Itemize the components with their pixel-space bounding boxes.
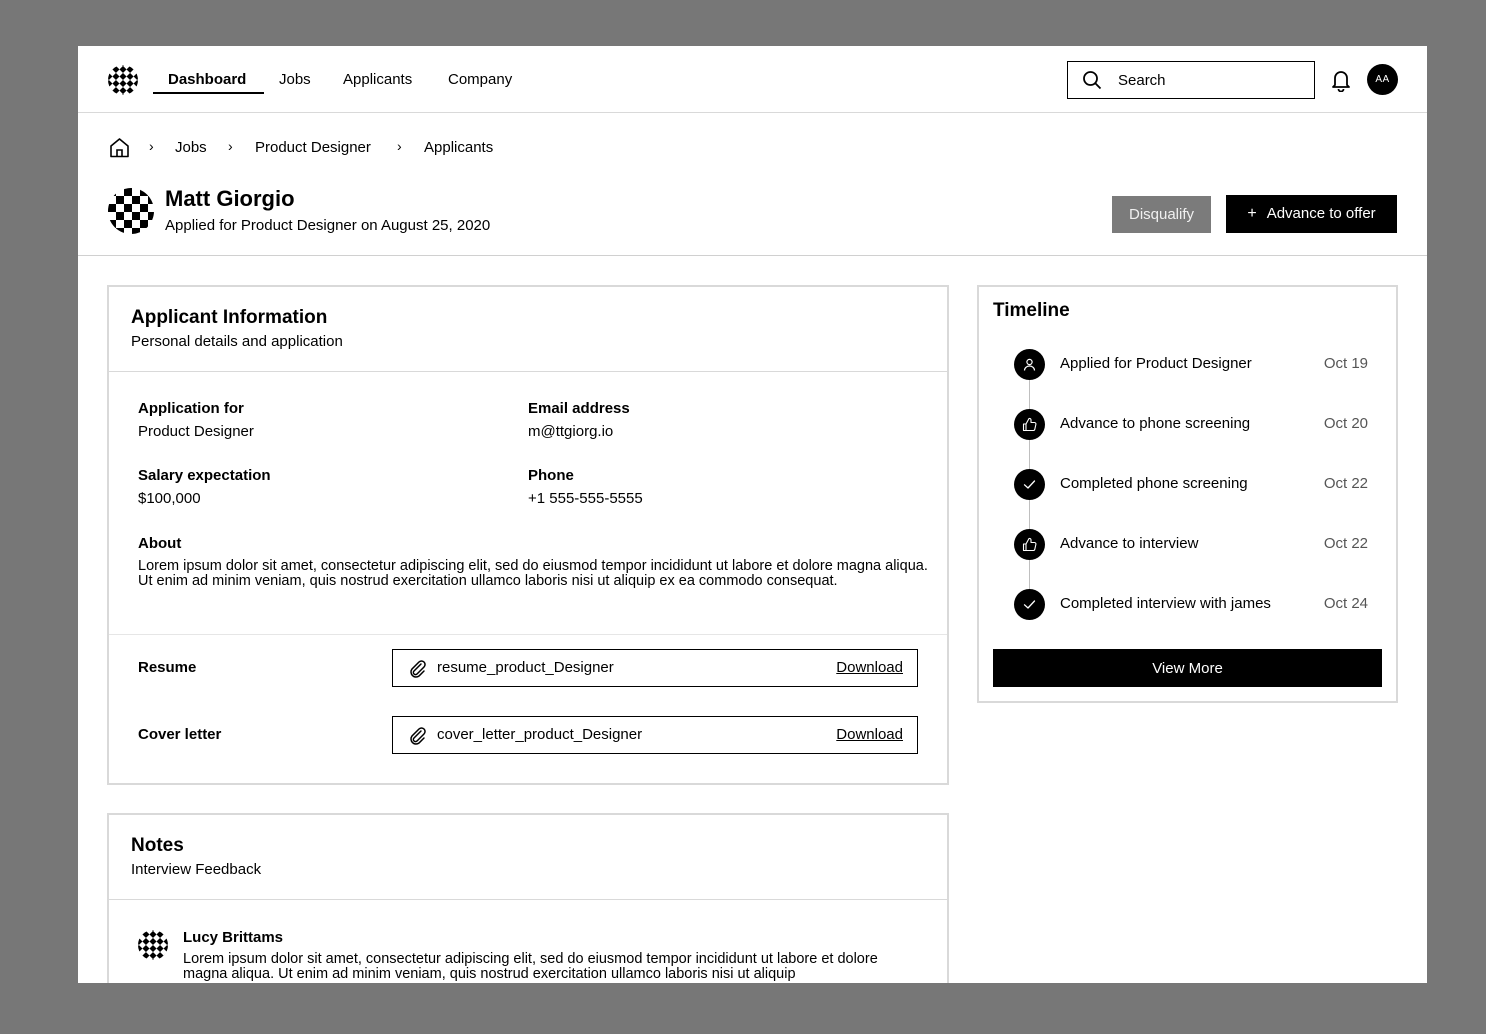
timeline-event-text: Advance to phone screening	[1060, 415, 1251, 432]
resume-label: Resume	[138, 659, 197, 676]
timeline-event-date: Oct 20	[1323, 415, 1368, 432]
applicant-information-card	[107, 285, 949, 785]
timeline-event-date: Oct 22	[1323, 475, 1368, 492]
note-text: Lorem ipsum dolor sit amet, consectetur …	[183, 951, 878, 982]
check-icon	[1014, 589, 1045, 620]
search-icon	[1083, 71, 1102, 90]
nav-active-indicator	[153, 92, 264, 94]
cover-letter-download-link[interactable]: Download	[836, 725, 903, 745]
timeline-event-date: Oct 24	[1323, 595, 1368, 612]
about-label: About	[138, 535, 182, 552]
breadcrumb-applicants[interactable]: Applicants	[424, 138, 493, 158]
thumbs-up-icon	[1014, 529, 1045, 560]
applicant-name: Matt Giorgio	[165, 186, 295, 211]
paperclip-icon	[410, 727, 426, 745]
note-author-name: Lucy Brittams	[183, 929, 284, 946]
nav-item-dashboard[interactable]: Dashboard	[168, 70, 246, 90]
user-icon	[1014, 349, 1045, 380]
chevron-right-icon: ›	[397, 138, 402, 154]
cover-letter-filename: cover_letter_product_Designer	[437, 726, 643, 743]
app-frame: Dashboard Jobs Applicants Company AA › J…	[78, 46, 1427, 983]
nav-item-jobs[interactable]: Jobs	[279, 70, 311, 90]
applied-subtitle: Applied for Product Designer on August 2…	[165, 217, 491, 234]
search-input[interactable]	[1118, 70, 1298, 90]
timeline-title: Timeline	[993, 300, 1070, 321]
advance-label: Advance to offer	[1266, 205, 1376, 222]
phone-value: +1 555-555-5555	[528, 490, 643, 507]
notes-subtitle: Interview Feedback	[131, 861, 262, 878]
email-label: Email address	[528, 400, 630, 417]
view-more-button[interactable]: View More	[993, 649, 1382, 687]
nav-item-applicants[interactable]: Applicants	[343, 70, 412, 90]
timeline-event-text: Applied for Product Designer	[1060, 355, 1252, 372]
plus-icon: +	[1247, 205, 1257, 222]
breadcrumb-product-designer[interactable]: Product Designer	[255, 138, 371, 158]
applicant-info-subtitle: Personal details and application	[131, 333, 343, 350]
notes-title: Notes	[131, 835, 184, 856]
salary-value: $100,000	[138, 490, 201, 507]
chevron-right-icon: ›	[149, 138, 154, 154]
paperclip-icon	[410, 660, 426, 678]
breadcrumb-jobs[interactable]: Jobs	[175, 138, 207, 158]
user-avatar[interactable]: AA	[1367, 64, 1398, 95]
application-for-value: Product Designer	[138, 423, 254, 440]
cover-letter-label: Cover letter	[138, 726, 222, 743]
resume-download-link[interactable]: Download	[836, 658, 903, 678]
logo-icon[interactable]	[108, 65, 138, 95]
about-text: Lorem ipsum dolor sit amet, consectetur …	[138, 558, 928, 589]
phone-label: Phone	[528, 467, 574, 484]
card-divider	[109, 899, 947, 900]
header-divider	[78, 255, 1427, 256]
search-box[interactable]	[1067, 61, 1315, 99]
applicant-info-title: Applicant Information	[131, 307, 328, 328]
section-divider	[109, 634, 947, 635]
thumbs-up-icon	[1014, 409, 1045, 440]
cover-letter-file: cover_letter_product_Designer Download	[392, 716, 918, 754]
home-icon[interactable]	[109, 137, 130, 158]
timeline-event-text: Completed phone screening	[1060, 475, 1248, 492]
disqualify-button[interactable]: Disqualify	[1112, 196, 1211, 233]
check-icon	[1014, 469, 1045, 500]
nav-item-company[interactable]: Company	[448, 70, 512, 90]
resume-file: resume_product_Designer Download	[392, 649, 918, 687]
notification-bell-icon[interactable]	[1330, 68, 1352, 92]
timeline-event-text: Advance to interview	[1060, 535, 1199, 552]
applicant-avatar	[108, 188, 154, 234]
top-navigation: Dashboard Jobs Applicants Company AA	[78, 46, 1427, 113]
timeline-event-date: Oct 22	[1323, 535, 1368, 552]
salary-label: Salary expectation	[138, 467, 271, 484]
resume-filename: resume_product_Designer	[437, 659, 614, 676]
email-value: m@ttgiorg.io	[528, 423, 614, 440]
card-divider	[109, 371, 947, 372]
chevron-right-icon: ›	[228, 138, 233, 154]
note-author-avatar	[138, 930, 168, 960]
timeline-event-text: Completed interview with james	[1060, 595, 1271, 612]
timeline-event-date: Oct 19	[1323, 355, 1368, 372]
application-for-label: Application for	[138, 400, 244, 417]
advance-to-offer-button[interactable]: + Advance to offer	[1226, 195, 1397, 233]
